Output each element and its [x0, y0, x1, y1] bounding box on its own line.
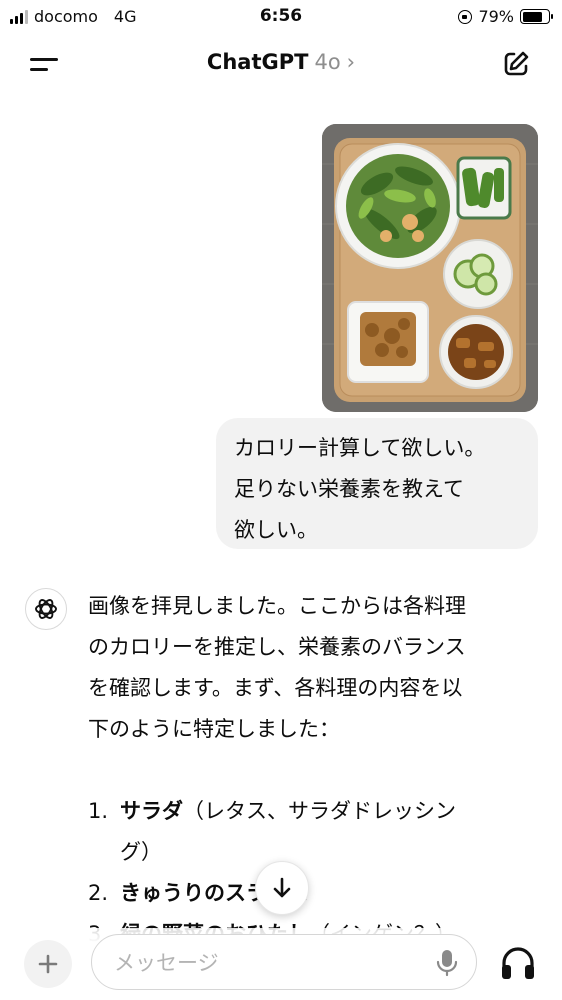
status-bar: docomo 4G 6:56 79%	[0, 0, 562, 34]
model-selector[interactable]: ChatGPT 4o ›	[0, 50, 562, 74]
scroll-to-bottom-button[interactable]	[255, 861, 309, 915]
message-input[interactable]	[112, 935, 436, 991]
message-field[interactable]	[91, 934, 477, 991]
assistant-line: のカロリーを推定し、栄養素のバランス	[88, 635, 466, 659]
arrow-down-icon	[273, 877, 291, 898]
assistant-avatar	[25, 588, 67, 630]
list-number: 1.	[88, 799, 109, 823]
app-title: ChatGPT	[206, 50, 309, 74]
assistant-line: 下のように特定しました：	[88, 717, 340, 741]
list-item: 2. きゅうりのスライス	[88, 873, 538, 914]
model-name: 4o	[314, 50, 341, 74]
battery-icon	[520, 9, 553, 24]
new-chat-icon[interactable]	[500, 48, 532, 80]
user-uploaded-image[interactable]	[322, 124, 538, 412]
list-number: 2.	[88, 881, 109, 905]
attach-button[interactable]	[24, 940, 72, 988]
user-message-line: 欲しい。	[234, 518, 318, 542]
dish-detail: （レタス、サラダドレッシン	[183, 799, 456, 823]
headphones-icon[interactable]	[499, 945, 537, 981]
list-item: 1. サラダ（レタス、サラダドレッシン グ）	[88, 791, 538, 873]
app-header: ChatGPT 4o ›	[0, 34, 562, 96]
battery-percent: 79%	[478, 7, 514, 26]
user-message-line: 足りない栄養素を教えて	[234, 477, 464, 501]
openai-logo-icon	[35, 599, 57, 619]
orientation-lock-icon	[458, 9, 473, 24]
microphone-icon[interactable]	[436, 949, 458, 977]
user-message-bubble: カロリー計算して欲しい。 足りない栄養素を教えて 欲しい。	[216, 418, 538, 549]
meal-photo	[322, 124, 538, 412]
assistant-paragraph: 画像を拝見しました。ここからは各料理 のカロリーを推定し、栄養素のバランス を確…	[88, 586, 538, 750]
assistant-message: 画像を拝見しました。ここからは各料理 のカロリーを推定し、栄養素のバランス を確…	[88, 586, 538, 955]
chevron-right-icon: ›	[346, 50, 356, 74]
plus-icon	[38, 954, 58, 974]
dish-name: サラダ	[120, 799, 183, 823]
assistant-line: を確認します。まず、各料理の内容を以	[88, 676, 463, 700]
user-message-line: カロリー計算して欲しい。	[234, 436, 486, 460]
assistant-line: 画像を拝見しました。ここからは各料理	[88, 594, 466, 618]
